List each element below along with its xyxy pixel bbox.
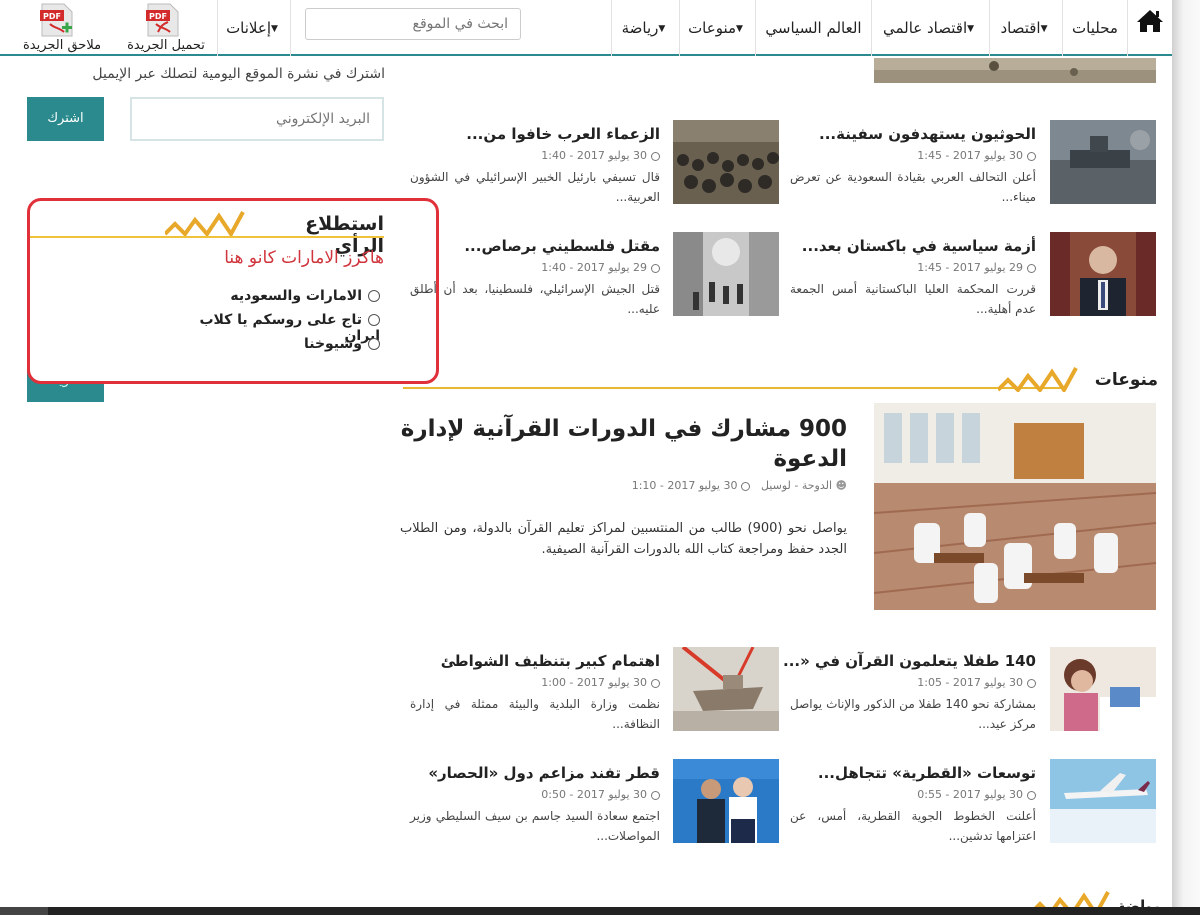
featured-time: 30 يوليو 2017 - 1:10 [631,479,738,492]
caret-down-icon: ▼ [736,23,743,34]
radio-button[interactable] [368,338,380,350]
poll-option[interactable]: الامارات والسعوديه [180,288,380,304]
clock-icon [741,481,751,491]
clock-icon [1027,151,1036,161]
article-title[interactable]: الزعماء العرب خافوا من... [410,125,660,143]
caret-down-icon: ▼ [967,23,975,34]
section-wave-icon [998,367,1078,392]
article-excerpt: قال تسيفي بارئيل الخبير الإسرائيلي في ال… [410,170,660,204]
section-divider [403,387,1063,389]
download-paper-button[interactable]: PDF تحميل الجريدة [116,0,216,56]
poll-option[interactable]: وشيوخنا [200,336,380,352]
caret-down-icon: ▼ [271,23,278,34]
clock-icon [651,263,660,273]
article-time: 30 يوليو 2017 - 0:55 [790,788,1036,801]
article-title[interactable]: قطر تفند مزاعم دول «الحصار» [410,764,660,782]
article-thumbnail[interactable] [673,120,779,204]
article-time: 30 يوليو 2017 - 0:50 [410,788,660,801]
nav-item-ads[interactable]: إعلانات▼ [218,0,290,56]
nav-item-local[interactable]: محليات [1063,0,1127,56]
article-excerpt: أعلنت الخطوط الجوية القطرية، أمس، عن اعت… [790,809,1036,843]
section-wave-icon [165,211,245,236]
article-thumbnail[interactable] [1050,759,1156,843]
poll-divider [30,236,384,238]
paper-supplements-button[interactable]: PDF ملاحق الجريدة [12,0,112,56]
home-icon [1137,10,1163,32]
article-title[interactable]: أزمة سياسية في باكستان بعد... [790,237,1036,255]
article-excerpt: بمشاركة نحو 140 طفلا من الذكور والإناث ي… [790,697,1036,731]
section-wave-icon [1034,891,1110,907]
nav-item-world-economy[interactable]: اقتصاد عالمي▼ [872,0,989,56]
radio-button[interactable] [368,290,380,302]
article-thumbnail[interactable] [673,232,779,316]
article-excerpt: قتل الجيش الإسرائيلي، فلسطينيا، بعد أن أ… [410,282,660,316]
featured-excerpt: يواصل نحو (900) طالب من المنتسبين لمراكز… [400,521,847,557]
svg-text:PDF: PDF [149,12,167,21]
section-title: منوعات [1094,370,1158,390]
clock-icon [1027,263,1036,273]
caret-down-icon: ▼ [658,23,666,34]
featured-image[interactable] [874,403,1156,610]
radio-button[interactable] [368,314,380,326]
article-excerpt: قررت المحكمة العليا الباكستانية أمس الجم… [790,282,1036,316]
article-time: 29 يوليو 2017 - 1:40 [410,261,660,274]
article-image-partial[interactable] [874,58,1156,83]
search-input[interactable] [305,8,521,40]
article-thumbnail[interactable] [673,759,779,843]
nav-item-variety[interactable]: منوعات▼ [680,0,755,56]
pdf-plus-icon: PDF [40,3,73,37]
clock-icon [651,151,660,161]
article-time: 30 يوليو 2017 - 1:00 [410,676,660,689]
taskbar [0,907,1200,915]
article-excerpt: أعلن التحالف العربي بقيادة السعودية عن ت… [790,170,1036,204]
main-nav: محليات اقتصاد▼ اقتصاد عالمي▼ العالم السي… [0,0,1172,56]
article-excerpt: اجتمع سعادة السيد جاسم بن سيف السليطي وز… [410,809,660,843]
article-thumbnail[interactable] [1050,647,1156,731]
featured-title[interactable]: 900 مشارك في الدورات القرآنية لإدارة الد… [400,414,847,474]
article-excerpt: نظمت وزارة البلدية والبيئة ممثلة في إدار… [410,697,660,731]
article-title[interactable]: توسعات «القطرية» تتجاهل... [790,764,1036,782]
caret-down-icon: ▼ [1040,23,1048,34]
clock-icon [651,790,660,800]
article-time: 30 يوليو 2017 - 1:05 [790,676,1036,689]
article-thumbnail[interactable] [1050,120,1156,204]
featured-author: الدوحة - لوسيل [760,479,833,492]
article-thumbnail[interactable] [673,647,779,731]
article-thumbnail[interactable] [1050,232,1156,316]
clock-icon [651,678,660,688]
user-icon: ☻ [835,479,847,492]
newsletter-text: اشترك في نشرة الموقع اليومية لتصلك عبر ا… [92,66,385,82]
article-title[interactable]: مقتل فلسطيني برصاص... [410,237,660,255]
nav-item-economy[interactable]: اقتصاد▼ [990,0,1062,56]
article-time: 29 يوليو 2017 - 1:45 [790,261,1036,274]
article-title[interactable]: اهتمام كبير بتنظيف الشواطئ [410,652,660,670]
download-paper-label: تحميل الجريدة [127,38,205,53]
poll-question: هاكرز الامارات كانو هنا [224,248,384,268]
svg-text:PDF: PDF [43,12,61,21]
article-title[interactable]: 140 طفلا يتعلمون القرآن في «... [783,652,1036,670]
article-time: 30 يوليو 2017 - 1:45 [790,149,1036,162]
nav-item-politics[interactable]: العالم السياسي [756,0,871,56]
article-title[interactable]: الحوثيون يستهدفون سفينة... [790,125,1036,143]
nav-item-sports[interactable]: رياضة▼ [612,0,679,56]
clock-icon [1027,790,1036,800]
paper-supplements-label: ملاحق الجريدة [22,38,102,53]
pdf-icon: PDF [146,3,179,37]
page-edge [1172,0,1200,915]
email-field[interactable] [130,97,384,141]
featured-meta: ☻ الدوحة - لوسيل 30 يوليو 2017 - 1:10 [400,479,847,492]
article-time: 30 يوليو 2017 - 1:40 [410,149,660,162]
subscribe-button[interactable]: اشترك [27,97,104,141]
clock-icon [1027,678,1036,688]
home-link[interactable] [1128,0,1172,56]
